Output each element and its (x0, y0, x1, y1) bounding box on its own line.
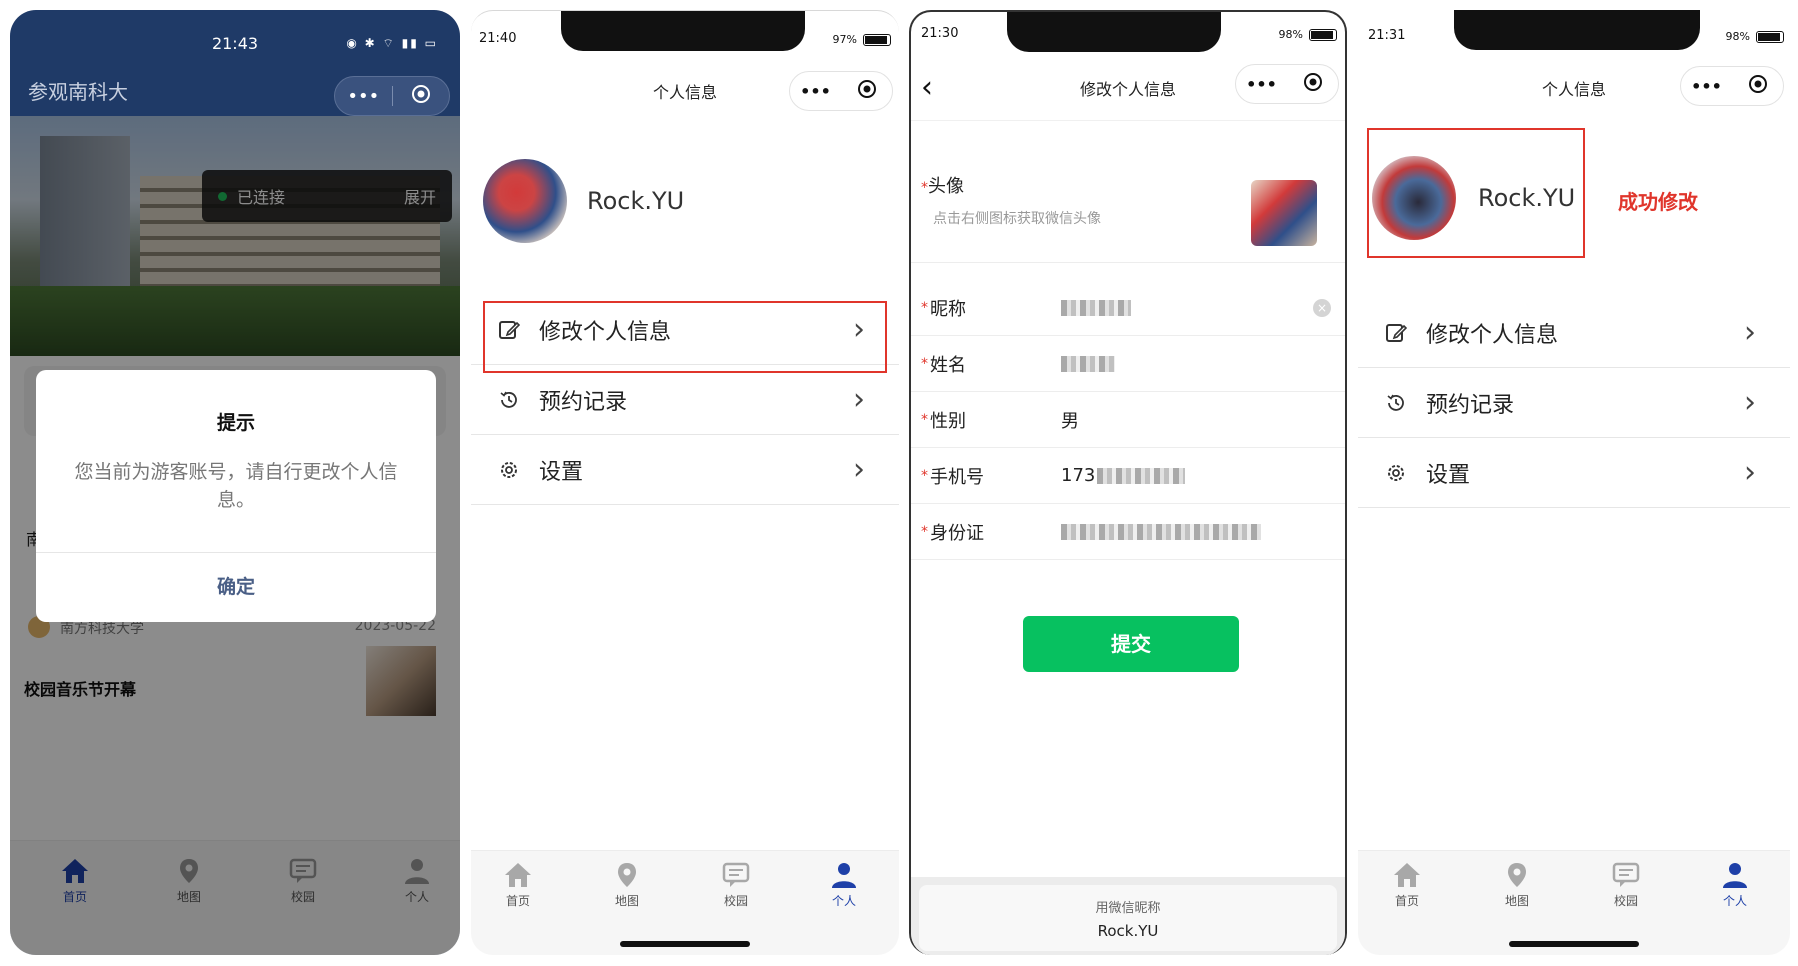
screen-guest-home: 21:43 ◉ ✱ ⌔ ▮▮ ▭ 参观南科大 ••• 已连接 展开 南 南方科技… (10, 10, 460, 955)
camera-notch (1454, 10, 1700, 50)
avatar[interactable] (1372, 156, 1456, 240)
more-icon[interactable]: ••• (1681, 77, 1732, 96)
success-annotation: 成功修改 (1618, 190, 1698, 214)
nickname-field[interactable]: * 昵称 × (911, 280, 1345, 336)
more-icon[interactable]: ••• (1236, 75, 1287, 94)
tab-home[interactable]: 首页 (1372, 861, 1442, 909)
suggestion-value: Rock.YU (1097, 922, 1159, 940)
battery-indicator: 98% (1279, 28, 1337, 41)
more-icon[interactable]: ••• (335, 86, 392, 107)
menu-settings[interactable]: 设置 › (471, 435, 899, 505)
tab-campus[interactable]: 校园 (1591, 861, 1661, 909)
close-target-icon[interactable] (1732, 74, 1783, 98)
suggestion-label: 用微信昵称 (1095, 901, 1161, 916)
username: Rock.YU (587, 187, 685, 215)
battery-icon (1309, 28, 1337, 41)
battery-icon (1756, 30, 1784, 43)
alert-dialog: 提示 您当前为游客账号，请自行更改个人信息。 确定 (36, 370, 436, 622)
dialog-message: 您当前为游客账号，请自行更改个人信息。 (74, 461, 398, 511)
close-target-icon[interactable] (392, 84, 449, 108)
dialog-title: 提示 (216, 412, 255, 434)
tab-bar: 首页 地图 校园 个人 (471, 850, 899, 955)
avatar[interactable] (483, 159, 567, 243)
wechat-nickname-suggestion[interactable]: 用微信昵称 Rock.YU (919, 885, 1337, 951)
map-pin-icon (1508, 863, 1526, 887)
chevron-right-icon: › (1744, 315, 1756, 350)
chevron-right-icon: › (853, 452, 865, 487)
capsule-menu[interactable]: ••• (789, 71, 893, 111)
gear-icon (495, 459, 523, 481)
phone-value[interactable]: 173 (1061, 465, 1186, 486)
status-time: 21:30 (921, 26, 959, 41)
menu-booking-records[interactable]: 预约记录 › (471, 365, 899, 435)
edit-icon (1382, 322, 1410, 344)
battery-indicator: 97% (833, 33, 891, 46)
gear-icon (1382, 462, 1410, 484)
wechat-avatar-button[interactable] (1251, 180, 1317, 246)
close-target-icon[interactable] (1287, 72, 1338, 96)
capsule-menu[interactable]: ••• (1235, 64, 1339, 104)
nickname-value[interactable] (1061, 297, 1131, 318)
home-icon (1394, 863, 1420, 887)
home-indicator (1509, 941, 1639, 947)
person-icon (832, 863, 856, 888)
map-pin-icon (618, 863, 636, 887)
home-indicator (620, 941, 750, 947)
avatar-label: *头像 (921, 176, 964, 197)
screen-profile-updated: 21:31 98% 个人信息 ••• Rock.YU 成功修改 修改个人信息 ›… (1358, 10, 1790, 955)
close-target-icon[interactable] (841, 79, 892, 103)
tab-bar: 首页 地图 校园 个人 (1358, 850, 1790, 955)
divider (911, 120, 1345, 121)
chevron-right-icon: › (1744, 455, 1756, 490)
tab-campus[interactable]: 校园 (701, 861, 771, 909)
battery-indicator: 98% (1726, 30, 1784, 43)
battery-icon (863, 33, 891, 46)
status-icons: ◉ ✱ ⌔ ▮▮ ▭ (346, 36, 438, 50)
tab-profile[interactable]: 个人 (1700, 861, 1770, 909)
camera-notch (1007, 12, 1221, 52)
id-card-field[interactable]: * 身份证 (911, 504, 1345, 560)
chat-icon (1612, 862, 1640, 887)
avatar-hint: 点击右侧图标获取微信头像 (933, 211, 1101, 227)
capsule-menu[interactable]: ••• (334, 76, 450, 116)
gender-value[interactable]: 男 (1061, 407, 1079, 433)
id-card-value[interactable] (1061, 521, 1261, 542)
tab-home[interactable]: 首页 (483, 861, 553, 909)
menu-booking-records[interactable]: 预约记录 › (1358, 368, 1790, 438)
person-icon (1723, 863, 1747, 888)
tab-profile[interactable]: 个人 (809, 861, 879, 909)
more-icon[interactable]: ••• (790, 82, 841, 101)
screen-edit-profile: 21:30 98% ‹ 修改个人信息 ••• *头像 点击右侧图标获取微信头像 … (909, 10, 1347, 955)
menu-settings[interactable]: 设置 › (1358, 438, 1790, 508)
status-time: 21:40 (479, 31, 517, 46)
tab-map[interactable]: 地图 (592, 861, 662, 909)
tab-map[interactable]: 地图 (1482, 861, 1552, 909)
capsule-menu[interactable]: ••• (1680, 66, 1784, 106)
screen-profile: 21:40 97% 个人信息 ••• Rock.YU 修改个人信息 › 预约记录… (471, 10, 899, 955)
name-value[interactable] (1061, 353, 1115, 374)
camera-notch (561, 11, 805, 51)
chat-icon (722, 862, 750, 887)
chevron-right-icon: › (853, 382, 865, 417)
home-icon (505, 863, 531, 887)
history-icon (1382, 392, 1410, 414)
clear-input-icon[interactable]: × (1313, 298, 1331, 317)
gender-field[interactable]: * 性别 男 (911, 392, 1345, 448)
divider (911, 262, 1345, 263)
menu-edit-profile[interactable]: 修改个人信息 › (1358, 298, 1790, 368)
mini-program-title: 参观南科大 (28, 80, 128, 104)
confirm-button[interactable]: 确定 (36, 552, 436, 622)
chevron-right-icon: › (1744, 385, 1756, 420)
phone-field[interactable]: * 手机号 173 (911, 448, 1345, 504)
history-icon (495, 389, 523, 411)
highlight-box (483, 301, 887, 373)
username: Rock.YU (1478, 184, 1576, 212)
status-time: 21:31 (1368, 28, 1406, 43)
keyboard-suggestion-bar: 用微信昵称 Rock.YU (911, 877, 1345, 955)
name-field[interactable]: * 姓名 (911, 336, 1345, 392)
submit-button[interactable]: 提交 (1023, 616, 1239, 672)
